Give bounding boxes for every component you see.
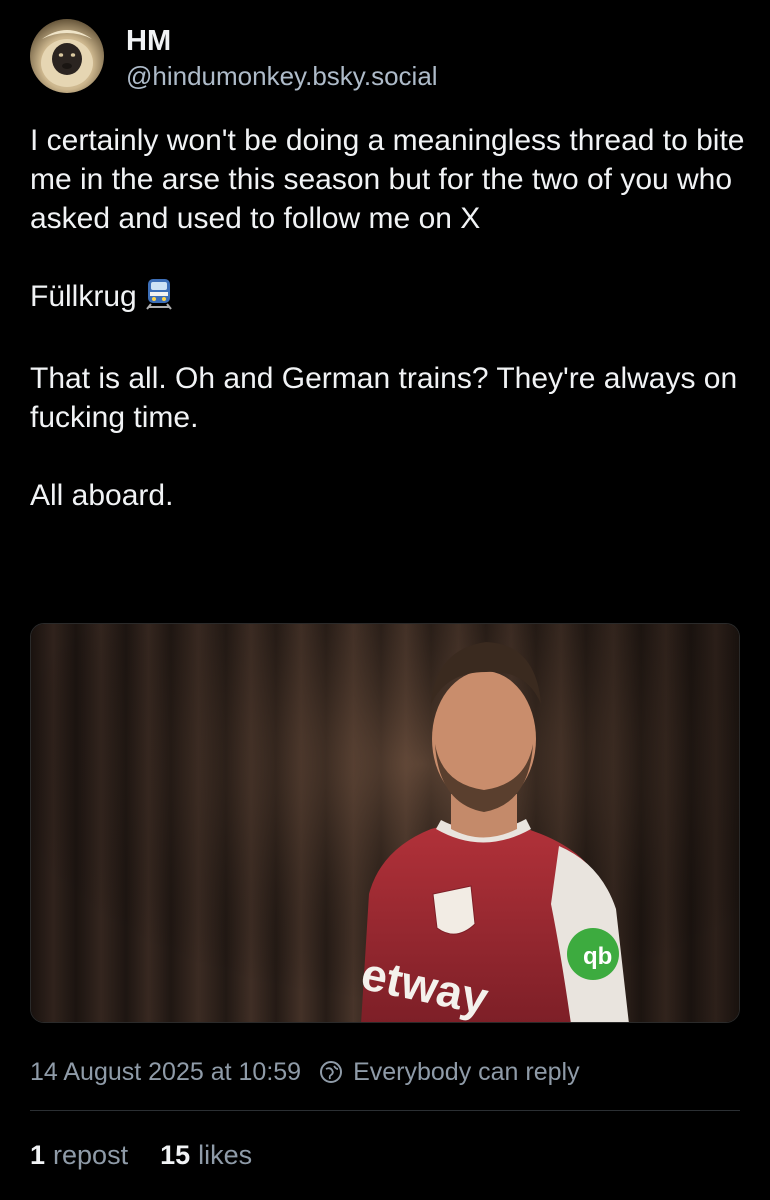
train-emoji-icon bbox=[145, 278, 173, 320]
author-display-name[interactable]: HM bbox=[126, 24, 171, 58]
post-paragraph-2: Füllkrug bbox=[30, 277, 750, 320]
author-avatar[interactable] bbox=[30, 19, 104, 93]
langur-monkey-avatar-icon bbox=[41, 30, 93, 87]
globe-reply-icon bbox=[319, 1060, 343, 1084]
reposts-label: repost bbox=[53, 1140, 129, 1170]
divider bbox=[30, 1110, 740, 1111]
likes-label: likes bbox=[198, 1140, 253, 1170]
likes-stat[interactable]: 15 likes bbox=[160, 1140, 252, 1171]
post-paragraph-4: All aboard. bbox=[30, 479, 174, 512]
post-paragraph-3: That is all. Oh and German trains? They'… bbox=[30, 362, 738, 434]
post-paragraph-1: I certainly won't be doing a meaningless… bbox=[30, 124, 745, 235]
post-paragraph-2-text: Füllkrug bbox=[30, 280, 137, 313]
post-image[interactable]: qb etway bbox=[30, 623, 740, 1023]
author-handle[interactable]: @hindumonkey.bsky.social bbox=[126, 60, 438, 92]
post-stats: 1 repost 15 likes bbox=[30, 1140, 284, 1171]
reply-setting[interactable]: Everybody can reply bbox=[353, 1058, 580, 1087]
svg-text:qb: qb bbox=[583, 943, 612, 970]
post-body: I certainly won't be doing a meaningless… bbox=[30, 121, 750, 515]
post-meta: 14 August 2025 at 10:59 Everybody can re… bbox=[30, 1055, 580, 1089]
player-photo-icon: qb etway bbox=[31, 624, 739, 1022]
post-thread-view: HM @hindumonkey.bsky.social I certainly … bbox=[0, 0, 770, 1200]
reposts-count: 1 bbox=[30, 1140, 46, 1170]
reposts-stat[interactable]: 1 repost bbox=[30, 1140, 128, 1171]
likes-count: 15 bbox=[160, 1140, 191, 1170]
post-timestamp[interactable]: 14 August 2025 at 10:59 bbox=[30, 1058, 301, 1087]
